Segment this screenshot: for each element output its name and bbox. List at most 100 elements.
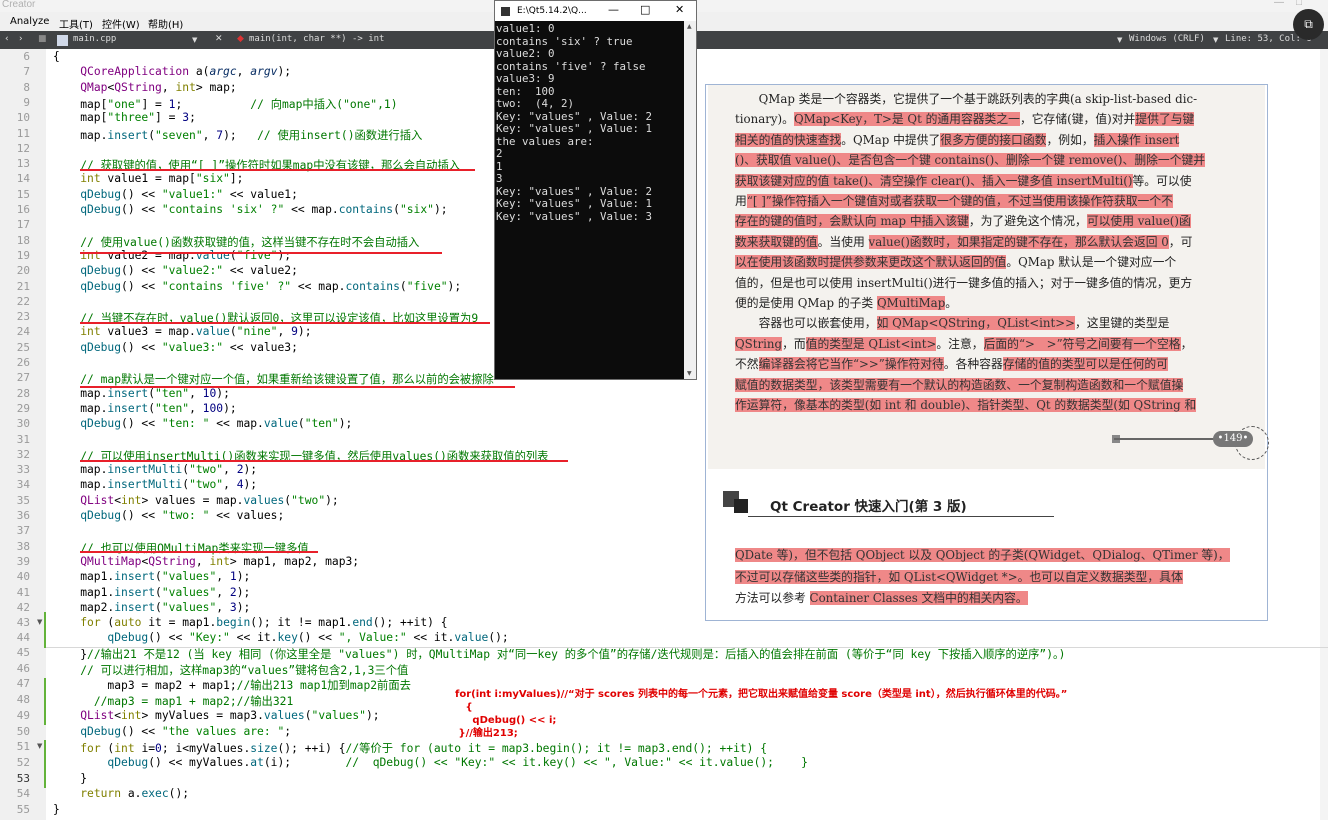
annotation-underline (80, 252, 442, 254)
file-tab[interactable]: main.cpp (73, 34, 116, 44)
menu-tools[interactable]: 工具(T) (59, 16, 93, 31)
page-rule (1114, 438, 1214, 440)
window-title: Creator (2, 0, 36, 10)
line-number: 24 (16, 325, 30, 339)
code-line: map.insert("ten", 100); (53, 401, 237, 415)
line-number: 10 (16, 111, 30, 125)
menu-widgets[interactable]: 控件(W) (102, 16, 140, 31)
scroll-up-icon[interactable]: ▲ (687, 23, 692, 30)
line-number: 21 (16, 279, 30, 293)
maximize-icon[interactable]: □ (1296, 0, 1302, 8)
fold-arrow-icon[interactable]: ▼ (37, 742, 42, 750)
line-number: 14 (16, 172, 30, 186)
line-number: 17 (16, 218, 30, 232)
console-maximize-icon[interactable]: □ (640, 3, 650, 16)
editor-scrollbar[interactable] (1320, 49, 1328, 820)
annotation-underline (80, 551, 318, 553)
function-crumb[interactable]: main(int, char **) -> int (249, 34, 384, 44)
file-dropdown-icon[interactable]: ▼ (192, 36, 197, 44)
book-text-line: 相关的值的快速查找。QMap 中提供了很多方便的接口函数，例如，插入操作 ins… (735, 132, 1180, 147)
line-number: 31 (16, 432, 30, 446)
code-line: qDebug() << "value1:" << value1; (80, 187, 298, 201)
book-text-line: 方法可以参考 Container Classes 文档中的相关内容。 (735, 591, 1028, 605)
line-number: 55 (16, 803, 30, 816)
line-number: 46 (16, 661, 30, 675)
line-number: 48 (16, 693, 30, 707)
console-title-bar: E:\Qt5.14.2\Q... — □ ✕ (495, 1, 696, 21)
forward-arrow-icon[interactable]: › (19, 34, 23, 44)
line-number: 8 (23, 80, 30, 94)
lock-icon: ■ (38, 34, 47, 44)
chapter-icon (734, 499, 748, 513)
code-line: QMap<QString, int> map; (80, 80, 237, 94)
code-line: return a.exec(); (80, 787, 190, 801)
line-number: 27 (16, 371, 30, 385)
line-number: 32 (16, 447, 30, 461)
menu-help[interactable]: 帮助(H) (148, 16, 183, 31)
annotation-underline (80, 169, 475, 171)
line-number: 20 (16, 264, 30, 278)
line-number: 33 (16, 463, 30, 477)
line-number: 19 (16, 248, 30, 262)
code-line: { (53, 50, 60, 63)
page-number: •149• (1213, 431, 1253, 447)
line-number: 26 (16, 356, 30, 369)
code-line: map2.insert("values", 3); (53, 600, 251, 614)
back-arrow-icon[interactable]: ‹ (5, 34, 9, 44)
note-line: }//输出213; (458, 728, 518, 739)
fold-arrow-icon[interactable]: ▼ (37, 618, 42, 626)
line-number: 12 (16, 141, 30, 155)
line-number: 15 (16, 187, 30, 201)
code-line: map["one"] = 1; // 向map中插入("one",1) (53, 97, 398, 111)
code-line: qDebug() << "ten: " << map.value("ten"); (80, 417, 353, 431)
line-number: 53 (16, 771, 30, 785)
line-number: 37 (16, 524, 30, 538)
code-line: qDebug() << "Key:" << it.key() << ", Val… (107, 631, 509, 645)
code-line: map.insertMulti("two", 4); (53, 478, 258, 492)
code-line: } (53, 771, 88, 785)
console-close-icon[interactable]: ✕ (675, 3, 684, 16)
close-file-icon[interactable]: ✕ (215, 34, 223, 44)
book-text-line: 赋值的数据类型，该类型需要有一个默认的构造函数、一个复制构造函数和一个赋值操 (735, 377, 1184, 392)
line-number: 41 (16, 585, 30, 599)
book-text-line: tionary)。QMap<Key，T>是 Qt 的通用容器类之一，它存储(键，… (735, 112, 1195, 127)
console-scrollbar[interactable]: ▲ ▼ (684, 21, 696, 379)
book-text-line: 存在的键的值时，会默认向 map 中插入该键，为了避免这个情况，可以使用 val… (735, 214, 1191, 229)
book-text-line: 用“[ ]”操作符插入一个键值对或者获取一个键的值，不过当使用该操作符获取一个不 (735, 194, 1173, 208)
menu-analyze[interactable]: Analyze (10, 16, 49, 27)
line-number: 11 (16, 126, 30, 140)
encoding-dropdown-icon[interactable]: ▼ (1117, 36, 1122, 44)
code-line: QCoreApplication a(argc, argv); (80, 65, 292, 79)
position-dropdown-icon[interactable]: ▼ (1213, 36, 1218, 44)
line-number: 52 (16, 755, 30, 769)
line-number: 22 (16, 294, 30, 308)
line-number: 39 (16, 554, 30, 568)
book-text-line: ()、获取值 value()、是否包含一个键 contains()、删除一个键 … (735, 153, 1206, 168)
code-line: qDebug() << "contains 'six' ?" << map.co… (80, 203, 448, 216)
line-number: 45 (16, 646, 30, 659)
line-number: 7 (23, 65, 30, 79)
editor-split-divider[interactable] (46, 647, 1328, 648)
line-number: 18 (16, 233, 30, 247)
minimize-icon[interactable]: — (1274, 0, 1284, 8)
code-line: //map3 = map1 + map2;//输出321 (93, 695, 294, 709)
screenshot-tool-icon[interactable]: ⧉ (1293, 9, 1324, 40)
note-line: { (465, 702, 473, 713)
change-marker (44, 740, 46, 788)
handwritten-note: for(int i:myValues)//“对于 scores 列表中的每一个元… (455, 688, 1067, 740)
code-line: QList<int> myValues = map3.values("value… (80, 708, 380, 722)
code-line: for (int i=0; i<myValues.size(); ++i) {/… (80, 742, 768, 756)
change-marker (44, 612, 46, 648)
code-line: } (53, 803, 60, 816)
line-number: 44 (16, 631, 30, 645)
console-minimize-icon[interactable]: — (608, 3, 619, 16)
book-text-line: 便的是使用 QMap 的子类 QMultiMap。 (735, 296, 958, 310)
encoding-label[interactable]: Windows (CRLF) (1129, 34, 1205, 44)
chapter-rule (748, 516, 1054, 517)
code-line: qDebug() << myValues.at(i); // qDebug() … (107, 755, 808, 769)
book-page-image: QMap 类是一个容器类，它提供了一个基于跳跃列表的字典(a skip-list… (705, 84, 1269, 621)
file-icon (57, 35, 68, 46)
scroll-down-icon[interactable]: ▼ (687, 370, 692, 377)
console-window[interactable]: E:\Qt5.14.2\Q... — □ ✕ value1: 0 contain… (494, 0, 697, 380)
line-number: 25 (16, 340, 30, 354)
